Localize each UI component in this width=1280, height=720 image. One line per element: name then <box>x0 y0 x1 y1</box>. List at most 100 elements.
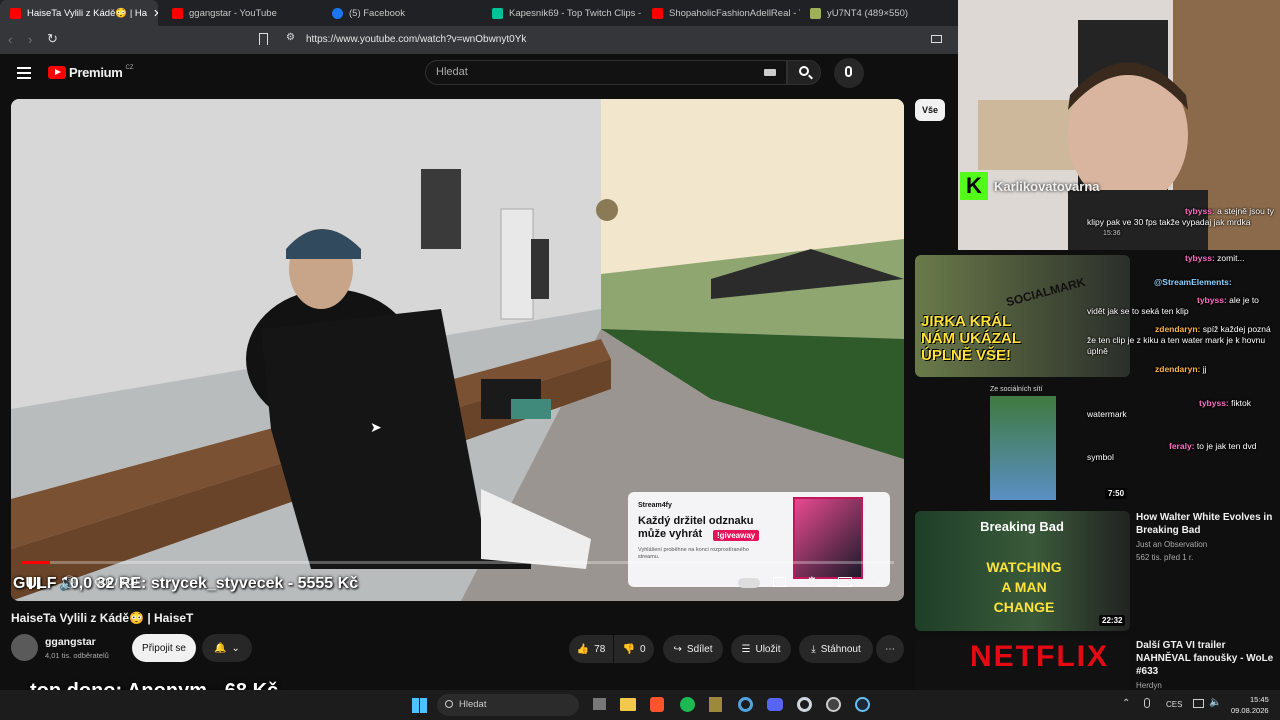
url-text: https://www.youtube.com/watch?v=wnObwnyt… <box>306 34 527 45</box>
share-button[interactable]: ↪ Sdílet <box>663 635 723 663</box>
more-actions-button[interactable]: ⋯ <box>876 635 904 663</box>
tab-label: ShopaholicFashionAdellReal - YouT <box>669 7 800 19</box>
save-button[interactable]: ☰ Uložit <box>731 635 791 663</box>
related-channel[interactable]: Just an Observation <box>1136 540 1207 549</box>
menu-icon[interactable] <box>17 67 31 79</box>
tab-twitch-clips[interactable]: Kapesnik69 - Top Twitch Clips - Twit <box>482 0 642 26</box>
thumb3-text2: WATCHING A MAN CHANGE <box>986 559 1062 615</box>
tab-image[interactable]: yU7NT4 (489×550) <box>800 0 958 26</box>
search-icon <box>445 700 453 708</box>
dislike-count: 0 <box>639 643 646 655</box>
stream-ad-banner[interactable]: Stream4fy Každý držitel odznaku může vyh… <box>628 492 890 587</box>
edge-browser-icon[interactable] <box>738 697 753 712</box>
channel-avatar[interactable] <box>11 634 38 661</box>
windows-start-icon[interactable] <box>412 698 427 713</box>
chat-message: zdendaryn: spíž každej pozná že ten clip… <box>1087 324 1277 357</box>
ad-brand: Stream4fy <box>638 502 672 509</box>
steam-icon[interactable] <box>855 697 870 712</box>
search-input[interactable]: Hledat <box>425 60 787 85</box>
taskbar-search[interactable]: Hledat <box>437 694 579 716</box>
address-bar[interactable]: https://www.youtube.com/watch?v=wnObwnyt… <box>282 30 942 50</box>
volume-icon[interactable]: 🔊 <box>59 575 76 592</box>
thumb1-brand: SOCIALMARK <box>1004 274 1087 310</box>
brave-browser-icon[interactable] <box>650 697 664 712</box>
thumbs-up-icon: 👍 <box>576 643 590 655</box>
mic-icon <box>845 66 852 77</box>
image-favicon-icon <box>810 7 821 19</box>
thumb4-text: NETFLIX <box>970 640 1109 673</box>
tab-label: HaiseTa Vylili z Kádě😳 | Ha <box>27 7 148 19</box>
windows-taskbar: Hledat ⌃ CES 🔈 15:45 09.08.2026 <box>0 690 1280 720</box>
dislike-button[interactable]: 👎 0 <box>614 635 654 663</box>
chat-message: zdendaryn: jj <box>1155 364 1275 375</box>
facebook-favicon-icon <box>332 7 343 19</box>
chat-message: feraly: to je jak ten dvd symbol <box>1087 441 1277 463</box>
browser-icon[interactable] <box>797 697 812 712</box>
related-meta: 562 tis. před 1 r. <box>1136 553 1194 562</box>
video-title: HaiseTa Vylili z Kádě😳 | HaiseT <box>11 611 194 625</box>
download-label: Stáhnout <box>820 643 861 655</box>
obs-icon[interactable] <box>826 697 841 712</box>
close-icon[interactable]: ✕ <box>153 7 158 20</box>
chat-user: @StreamElements: <box>1154 277 1232 287</box>
chat-user: tybyss: <box>1199 398 1229 408</box>
bookmark-icon[interactable] <box>259 33 268 45</box>
chat-user: feraly: <box>1169 441 1195 451</box>
volume-icon[interactable]: 🔈 <box>1209 697 1221 708</box>
spotify-icon[interactable] <box>680 697 695 712</box>
network-icon[interactable] <box>1193 699 1204 708</box>
clock-time[interactable]: 15:45 <box>1250 695 1269 704</box>
back-icon[interactable]: ‹ <box>8 32 12 47</box>
related-thumbnail-3[interactable]: Breaking Bad WATCHING A MAN CHANGE 22:32 <box>915 511 1130 631</box>
chat-message: tybyss: zomit... <box>1185 253 1275 264</box>
video-player[interactable]: Stream4fy Každý držitel odznaku může vyh… <box>11 99 904 601</box>
related-channel[interactable]: Herdyn <box>1136 681 1162 690</box>
voice-search-button[interactable] <box>834 58 864 88</box>
tab-shopaholic[interactable]: ShopaholicFashionAdellReal - YouT <box>642 0 800 26</box>
chat-text: zomit... <box>1217 253 1245 263</box>
search-button[interactable] <box>787 60 821 85</box>
task-view-icon[interactable] <box>593 698 606 710</box>
chat-message: tybyss: ale je to vidět jak se to seká t… <box>1087 295 1277 317</box>
related-title[interactable]: Další GTA VI trailer NAHNĚVAL fanoušky -… <box>1136 639 1276 678</box>
filter-chip-all[interactable]: Vše <box>915 99 945 121</box>
reload-icon[interactable]: ↻ <box>47 31 58 47</box>
settings-icon[interactable]: ⚙ <box>806 574 818 590</box>
autoplay-toggle[interactable] <box>738 578 760 588</box>
channel-name[interactable]: ggangstar <box>45 636 96 648</box>
thumb1-text: JIRKA KRÁL NÁM UKÁZAL ÚPLNĚ VŠE! <box>921 313 1021 364</box>
like-button[interactable]: 👍 78 <box>569 635 613 663</box>
youtube-favicon-icon <box>172 7 183 19</box>
twitch-clips-favicon-icon <box>492 7 503 19</box>
app-icon[interactable] <box>709 697 722 712</box>
chevron-down-icon: ⌄ <box>231 642 240 654</box>
forward-icon[interactable]: › <box>28 32 32 47</box>
language-indicator[interactable]: CES <box>1166 700 1182 709</box>
join-button[interactable]: Připojit se <box>132 634 196 662</box>
related-thumbnail-4[interactable]: NETFLIX <box>915 638 1130 690</box>
subtitles-icon[interactable] <box>773 577 786 587</box>
youtube-logo[interactable]: Premium CZ <box>48 65 134 80</box>
pause-icon[interactable] <box>29 577 40 589</box>
subscribed-bell-button[interactable]: 🔔 ⌄ <box>202 634 252 662</box>
keyboard-icon[interactable] <box>764 69 776 76</box>
save-icon: ☰ <box>741 643 751 655</box>
discord-icon[interactable] <box>767 698 783 711</box>
tab-facebook[interactable]: (5) Facebook <box>322 0 482 26</box>
download-button[interactable]: ⤓ Stáhnout <box>799 635 873 663</box>
duration-badge: 7:50 <box>1105 488 1128 499</box>
thumb2-image <box>990 396 1056 500</box>
related-title[interactable]: How Walter White Evolves in Breaking Bad <box>1136 511 1276 537</box>
chevron-up-icon[interactable]: ⌃ <box>1122 698 1130 709</box>
mic-icon[interactable] <box>1144 698 1150 708</box>
file-explorer-icon[interactable] <box>620 698 636 711</box>
clock-date[interactable]: 09.08.2026 <box>1231 706 1269 715</box>
youtube-favicon-icon <box>652 7 663 19</box>
tab-current[interactable]: HaiseTa Vylili z Kádě😳 | Ha ✕ <box>0 0 158 26</box>
tab-ggangstar[interactable]: ggangstar - YouTube <box>162 0 322 26</box>
theater-icon[interactable] <box>838 577 852 587</box>
chat-message: tybyss: a stejně jsou ty klipy pak ve 30… <box>1087 206 1277 239</box>
fullscreen-icon[interactable]: ⤢ <box>871 575 880 588</box>
progress-track[interactable] <box>21 561 894 564</box>
chat-user: zdendaryn: <box>1155 324 1201 334</box>
